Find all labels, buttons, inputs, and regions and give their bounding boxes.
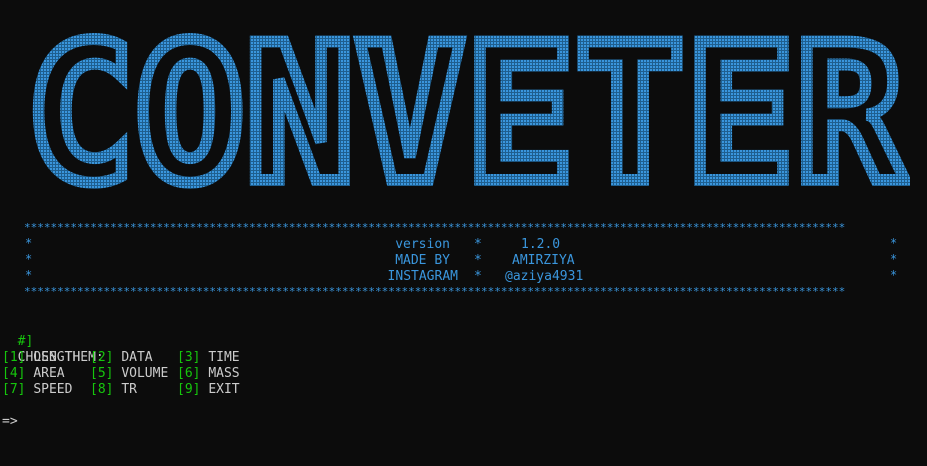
input-prompt[interactable]: => <box>2 414 18 430</box>
info-separator: * <box>474 253 482 268</box>
banner-text: CONVETER <box>25 30 906 195</box>
star-border-bottom: ****************************************… <box>24 285 846 298</box>
info-label: version <box>395 237 450 252</box>
info-separator: * <box>474 237 482 252</box>
info-value: 1.2.0 <box>521 237 561 252</box>
menu-item-length[interactable]: [1] LENGTH <box>2 350 80 365</box>
info-row-instagram: INSTAGRAM * @aziya4931 <box>0 269 927 285</box>
menu-item-area[interactable]: [4] AREA <box>2 366 65 381</box>
info-row-author: MADE BY * AMIRZIYA <box>0 253 927 269</box>
menu-item-volume[interactable]: [5] VOLUME <box>90 366 168 381</box>
info-label: MADE BY <box>395 253 450 268</box>
prompt-prefix: #] <box>17 334 34 349</box>
menu-item-data[interactable]: [2] DATA <box>90 350 153 365</box>
star-border-top: ****************************************… <box>24 221 846 234</box>
menu-item-speed[interactable]: [7] SPEED <box>2 382 72 397</box>
menu-item-mass[interactable]: [6] MASS <box>177 366 240 381</box>
info-row-version: version * 1.2.0 <box>0 237 927 253</box>
info-value: AMIRZIYA <box>512 253 575 268</box>
menu-item-exit[interactable]: [9] EXIT <box>177 382 240 397</box>
info-label: INSTAGRAM <box>387 269 458 284</box>
menu-item-tr[interactable]: [8] TR <box>90 382 137 397</box>
info-value: @aziya4931 <box>505 269 584 284</box>
menu-item-time[interactable]: [3] TIME <box>177 350 240 365</box>
banner-logo: CONVETER <box>20 30 910 195</box>
info-separator: * <box>474 269 482 284</box>
